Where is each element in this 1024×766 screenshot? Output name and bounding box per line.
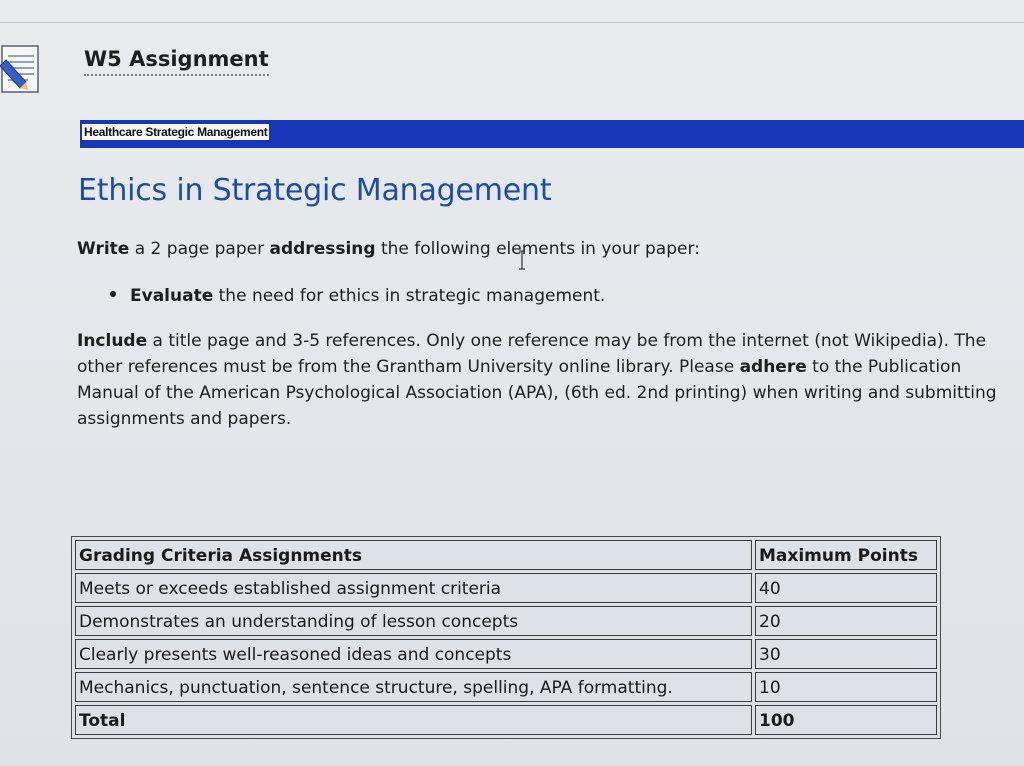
table-row: Clearly presents well-reasoned ideas and… [75, 639, 937, 669]
table-row: Mechanics, punctuation, sentence structu… [75, 672, 937, 702]
bullet-item-evaluate: Evaluate the need for ethics in strategi… [110, 283, 605, 309]
req-word-adhere: adhere [739, 357, 807, 377]
intro-word-addressing: addressing [269, 239, 376, 259]
table-header-row: Grading Criteria Assignments Maximum Poi… [75, 540, 937, 570]
criteria-cell: Meets or exceeds established assignment … [75, 573, 752, 603]
intro-text-2: the following elements in your paper: [375, 239, 700, 259]
intro-word-write: Write [77, 239, 130, 259]
bullet-verb: Evaluate [130, 286, 214, 306]
criteria-cell: Clearly presents well-reasoned ideas and… [75, 639, 752, 669]
assignment-heading: Ethics in Strategic Management [78, 173, 552, 208]
total-label: Total [75, 705, 752, 735]
bullet-dot-icon [110, 291, 116, 297]
table-row: Demonstrates an understanding of lesson … [75, 606, 937, 636]
total-points: 100 [755, 705, 937, 735]
intro-paragraph: Write a 2 page paper addressing the foll… [77, 236, 700, 262]
criteria-cell: Mechanics, punctuation, sentence structu… [75, 672, 752, 702]
requirements-paragraph: Include a title page and 3-5 references.… [77, 328, 997, 432]
points-cell: 30 [755, 639, 937, 669]
points-cell: 20 [755, 606, 937, 636]
assignment-page: W5 Assignment Healthcare Strategic Manag… [0, 0, 1024, 766]
header-criteria: Grading Criteria Assignments [75, 540, 752, 570]
course-name: Healthcare Strategic Management [82, 124, 270, 140]
table-total-row: Total 100 [75, 705, 937, 735]
header-points: Maximum Points [755, 540, 937, 570]
assignment-title: W5 Assignment [84, 46, 269, 76]
assignment-document-icon [0, 45, 39, 93]
intro-text-1: a 2 page paper [129, 239, 270, 259]
criteria-cell: Demonstrates an understanding of lesson … [75, 606, 752, 636]
bullet-text: the need for ethics in strategic managem… [213, 286, 606, 306]
text-cursor-icon [519, 250, 525, 270]
req-word-include: Include [77, 331, 148, 351]
course-banner: Healthcare Strategic Management [80, 120, 1024, 148]
table-row: Meets or exceeds established assignment … [75, 573, 937, 603]
grading-table: Grading Criteria Assignments Maximum Poi… [71, 536, 941, 739]
points-cell: 40 [755, 573, 937, 603]
points-cell: 10 [755, 672, 937, 702]
top-divider [0, 22, 1024, 23]
